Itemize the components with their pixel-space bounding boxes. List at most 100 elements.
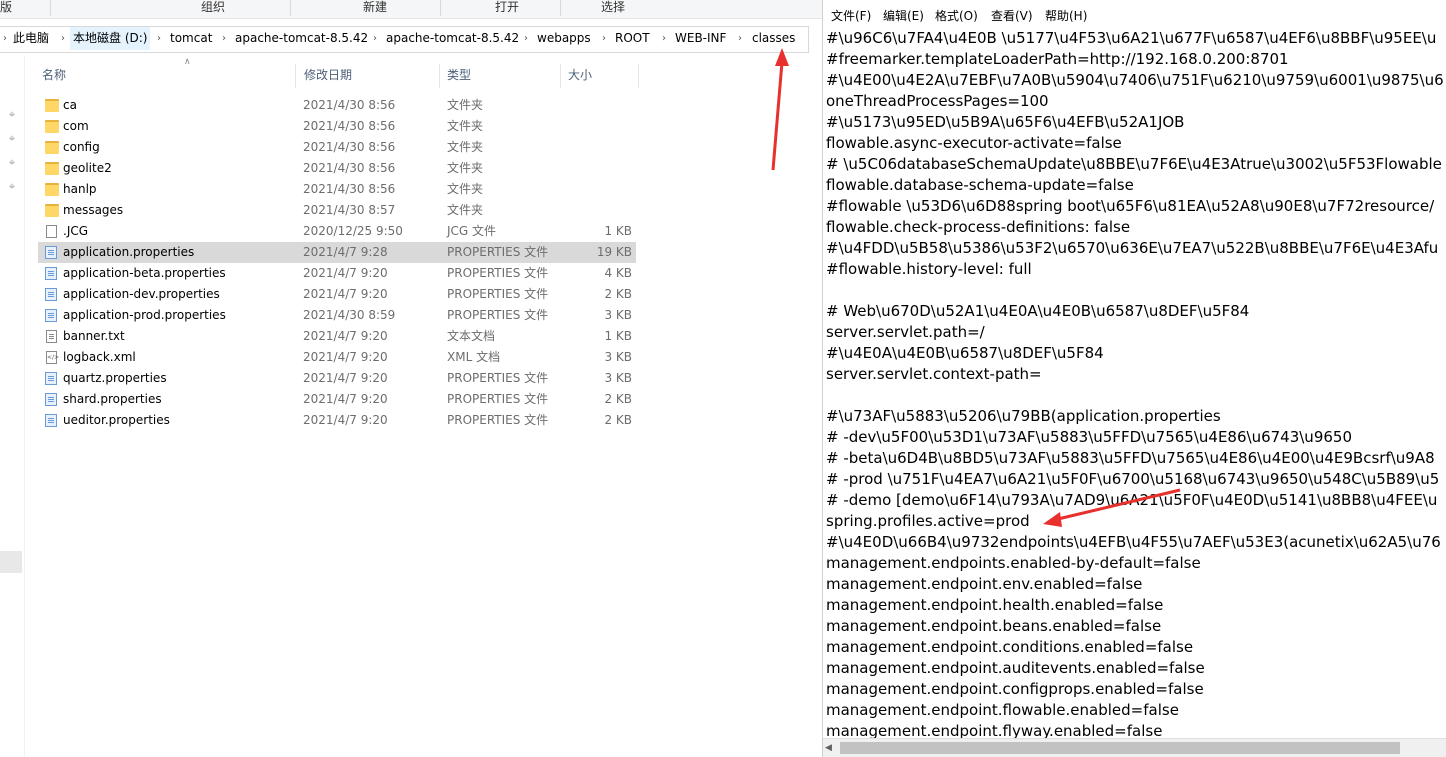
chevron-right-icon[interactable]: ›	[662, 27, 666, 50]
column-divider[interactable]	[295, 64, 296, 88]
file-row[interactable]: application-prod.properties 2021/4/30 8:5…	[38, 305, 636, 326]
chevron-right-icon[interactable]: ›	[738, 27, 742, 50]
nav-selected-item[interactable]	[0, 551, 22, 573]
properties-file-icon	[45, 267, 57, 280]
file-row[interactable]: hanlp 2021/4/30 8:56 文件夹	[38, 179, 636, 200]
pin-icon[interactable]: ⌖	[5, 156, 19, 170]
text-line: oneThreadProcessPages=100	[826, 92, 1049, 110]
file-name: ca	[63, 98, 77, 112]
file-row[interactable]: config 2021/4/30 8:56 文件夹	[38, 137, 636, 158]
properties-file-icon	[45, 414, 57, 427]
chevron-right-icon[interactable]: ›	[222, 27, 226, 50]
text-line: #freemarker.templateLoaderPath=http://19…	[826, 50, 1289, 68]
pin-icon[interactable]: ⌖	[5, 108, 19, 122]
text-line: management.endpoint.configprops.enabled=…	[826, 680, 1204, 698]
breadcrumb-root[interactable]: ROOT	[612, 27, 653, 50]
horizontal-scrollbar[interactable]: ◀	[823, 738, 1446, 757]
file-name: hanlp	[63, 182, 97, 196]
file-type: PROPERTIES 文件	[447, 287, 549, 301]
column-date-modified[interactable]: 修改日期	[298, 62, 434, 88]
text-line: flowable.async-executor-activate=false	[826, 134, 1122, 152]
file-row[interactable]: banner.txt 2021/4/7 9:20 文本文档 1 KB	[38, 326, 636, 347]
file-size: 2 KB	[604, 287, 632, 301]
column-divider[interactable]	[560, 64, 561, 88]
file-date-modified: 2021/4/7 9:20	[303, 413, 388, 427]
file-row[interactable]: application-beta.properties 2021/4/7 9:20…	[38, 263, 636, 284]
chevron-right-icon[interactable]: ›	[373, 27, 377, 50]
scrollbar-thumb[interactable]	[840, 742, 1400, 754]
text-line: #\u4E00\u4E2A\u7EBF\u7A0B\u5904\u7406\u7…	[826, 71, 1444, 89]
chevron-right-icon[interactable]: ›	[157, 27, 161, 50]
column-type[interactable]: 类型	[441, 62, 557, 88]
scroll-left-arrow-icon[interactable]: ◀	[825, 743, 832, 753]
column-divider[interactable]	[638, 64, 639, 88]
column-name[interactable]: 名称	[36, 62, 292, 88]
file-date-modified: 2021/4/7 9:20	[303, 329, 388, 343]
text-line: management.endpoint.flowable.enabled=fal…	[826, 701, 1179, 719]
breadcrumb-apache-tomcat-1[interactable]: apache-tomcat-8.5.42	[232, 27, 371, 50]
folder-icon	[45, 183, 59, 196]
file-type: XML 文档	[447, 350, 501, 364]
ribbon-group-open: 打开	[495, 0, 520, 14]
file-row[interactable]: com 2021/4/30 8:56 文件夹	[38, 116, 636, 137]
menu-edit[interactable]: 编辑(E)	[883, 6, 924, 26]
file-date-modified: 2021/4/7 9:20	[303, 350, 388, 364]
breadcrumb-apache-tomcat-2[interactable]: apache-tomcat-8.5.42	[383, 27, 522, 50]
pin-icon[interactable]: ⌖	[5, 180, 19, 194]
file-row[interactable]: application-dev.properties 2021/4/7 9:20 P…	[38, 284, 636, 305]
file-row[interactable]: geolite2 2021/4/30 8:56 文件夹	[38, 158, 636, 179]
file-type: 文本文档	[447, 329, 496, 343]
file-name: geolite2	[63, 161, 112, 175]
menu-file[interactable]: 文件(F)	[831, 6, 871, 26]
breadcrumb-tomcat[interactable]: tomcat	[167, 27, 215, 50]
file-date-modified: 2021/4/7 9:28	[303, 245, 388, 259]
folder-icon	[45, 120, 59, 133]
file-type: PROPERTIES 文件	[447, 371, 549, 385]
text-editor[interactable]: #\u96C6\u7FA4\u4E0B \u5177\u4F53\u6A21\u…	[826, 28, 1446, 738]
text-line: management.endpoint.health.enabled=false	[826, 596, 1164, 614]
file-row[interactable]: shard.properties 2021/4/7 9:20 PROPERTIES …	[38, 389, 636, 410]
breadcrumb-webapps[interactable]: webapps	[534, 27, 594, 50]
column-divider[interactable]	[439, 64, 440, 88]
file-name: ueditor.properties	[63, 413, 170, 427]
file-date-modified: 2021/4/7 9:20	[303, 371, 388, 385]
column-size[interactable]: 大小	[562, 62, 638, 88]
file-type: 文件夹	[447, 182, 484, 196]
navigation-pane[interactable]: ⌖ ⌖ ⌖ ⌖	[0, 56, 25, 757]
file-type: 文件夹	[447, 98, 484, 112]
breadcrumb-classes[interactable]: classes	[749, 27, 798, 50]
text-line: flowable.check-process-definitions: fals…	[826, 218, 1131, 236]
file-row[interactable]: ca 2021/4/30 8:56 文件夹	[38, 95, 636, 116]
file-type: 文件夹	[447, 161, 484, 175]
file-type: PROPERTIES 文件	[447, 413, 549, 427]
pin-icon[interactable]: ⌖	[5, 132, 19, 146]
text-line: management.endpoint.flyway.enabled=false	[826, 722, 1163, 738]
text-line: #\u4E0A\u4E0B\u6587\u8DEF\u5F84	[826, 344, 1104, 362]
text-line: #flowable \u53D6\u6D88spring boot\u65F6\…	[826, 197, 1435, 215]
chevron-right-icon[interactable]: ›	[61, 27, 65, 50]
file-name: banner.txt	[63, 329, 125, 343]
file-row[interactable]: quartz.properties 2021/4/7 9:20 PROPERTIES…	[38, 368, 636, 389]
file-date-modified: 2021/4/7 9:20	[303, 266, 388, 280]
file-type: PROPERTIES 文件	[447, 392, 549, 406]
menu-view[interactable]: 查看(V)	[991, 6, 1033, 26]
file-date-modified: 2021/4/30 8:56	[303, 182, 396, 196]
file-row[interactable]: .JCG 2020/12/25 9:50 JCG 文件 1 KB	[38, 221, 636, 242]
menu-help[interactable]: 帮助(H)	[1045, 6, 1087, 26]
file-row[interactable]: ueditor.properties 2021/4/7 9:20 PROPERTIE…	[38, 410, 636, 431]
file-row[interactable]: application.properties 2021/4/7 9:28 PROPE…	[38, 242, 636, 263]
file-date-modified: 2021/4/30 8:56	[303, 161, 396, 175]
file-date-modified: 2021/4/30 8:56	[303, 98, 396, 112]
file-row[interactable]: messages 2021/4/30 8:57 文件夹	[38, 200, 636, 221]
text-line: server.servlet.context-path=	[826, 365, 1042, 383]
breadcrumb-local-disk-d[interactable]: 本地磁盘 (D:)	[70, 27, 151, 50]
breadcrumb-this-pc[interactable]: 此电脑	[10, 27, 52, 50]
file-row[interactable]: logback.xml 2021/4/7 9:20 XML 文档 3 KB	[38, 347, 636, 368]
chevron-right-icon[interactable]: ›	[524, 27, 528, 50]
address-bar[interactable]: › 此电脑 › 本地磁盘 (D:) › tomcat › apache-tomc…	[0, 26, 809, 53]
breadcrumb-web-inf[interactable]: WEB-INF	[672, 27, 729, 50]
text-line: #\u5173\u95ED\u5B9A\u65F6\u4EFB\u52A1JOB	[826, 113, 1185, 131]
file-date-modified: 2020/12/25 9:50	[303, 224, 403, 238]
menu-format[interactable]: 格式(O)	[935, 6, 978, 26]
chevron-right-icon[interactable]: ›	[602, 27, 606, 50]
